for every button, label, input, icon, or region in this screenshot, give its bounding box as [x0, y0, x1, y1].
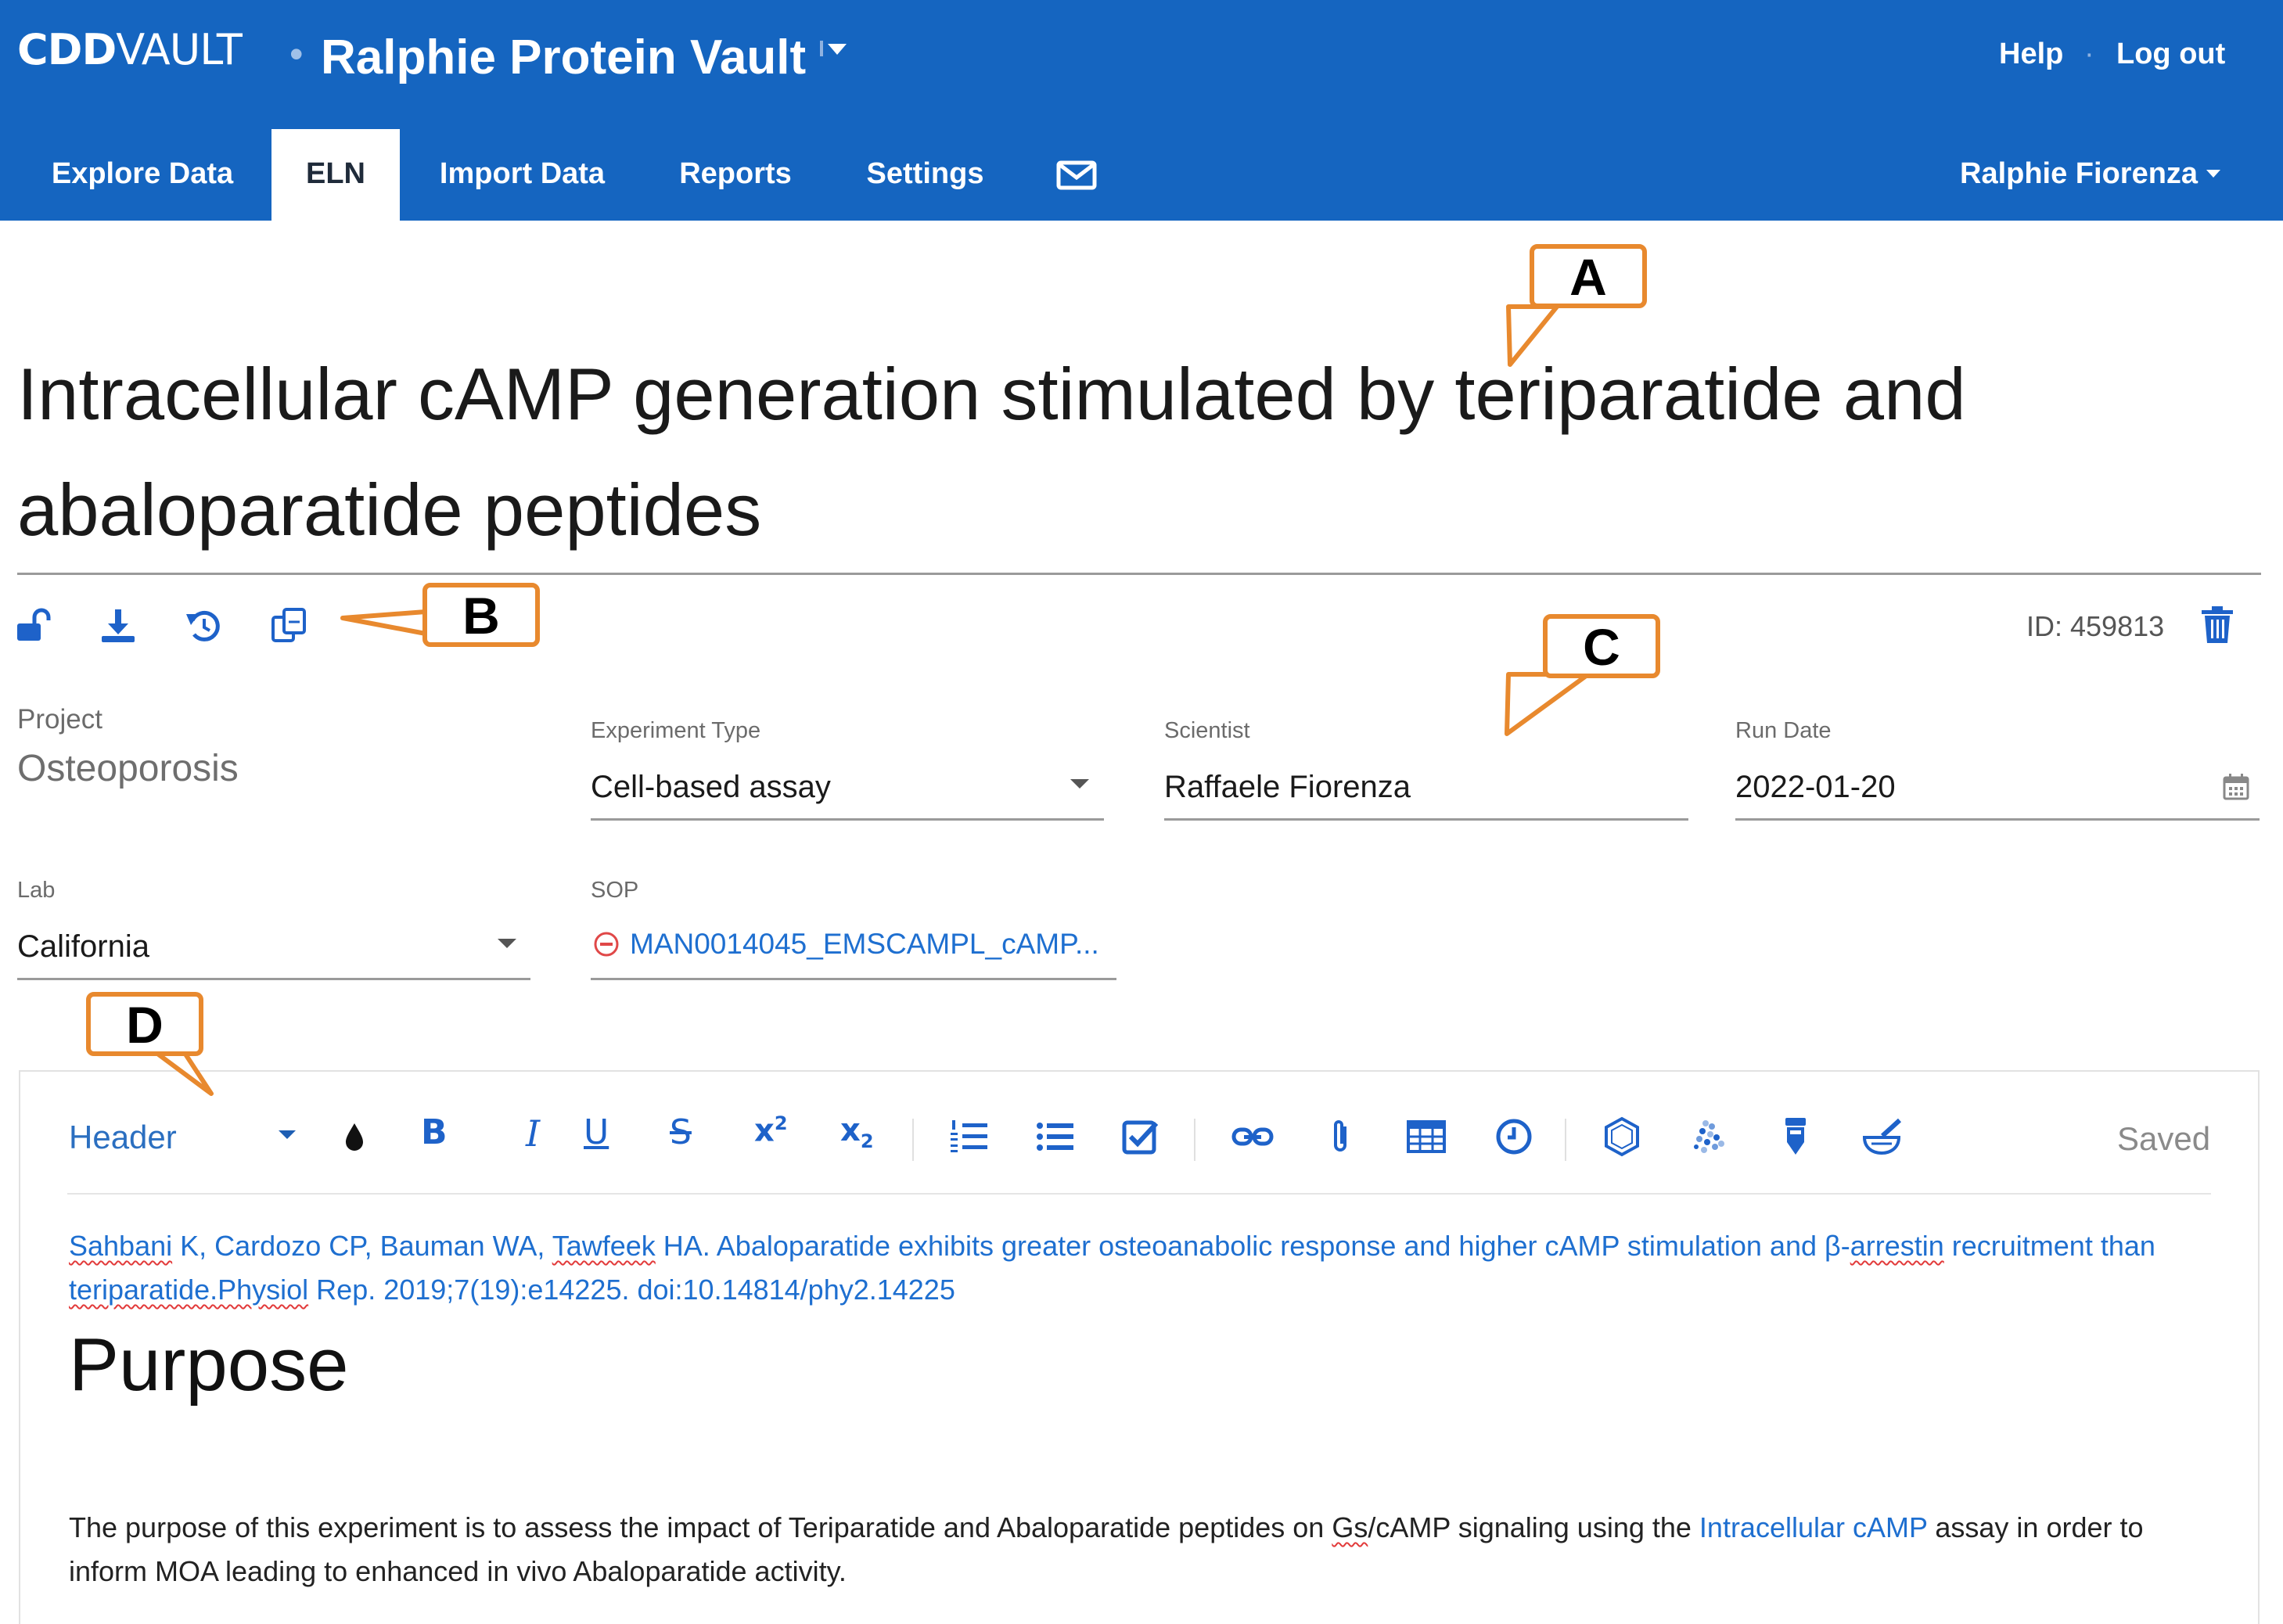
ordered-list-icon[interactable]: [948, 1116, 990, 1158]
toolbar-divider: [912, 1119, 914, 1161]
tab-import-data[interactable]: Import Data: [426, 129, 618, 221]
sop-underline: [591, 978, 1116, 980]
entry-title[interactable]: Intracellular cAMP generation stimulated…: [17, 336, 2255, 568]
lab-label: Lab: [17, 878, 56, 903]
experiment-type-select[interactable]: Cell-based assay: [591, 770, 831, 805]
editor-toolbar: Header B I U S x2 x2 Saved: [20, 1072, 2258, 1193]
project-label: Project: [17, 704, 102, 735]
style-select[interactable]: Header: [69, 1119, 177, 1156]
mail-icon[interactable]: [1056, 160, 1097, 190]
toolbar-divider-line: [67, 1193, 2211, 1195]
eln-editor: Header B I U S x2 x2 Saved Sahbani K, Ca…: [19, 1070, 2260, 1624]
table-icon[interactable]: [1405, 1116, 1447, 1158]
tab-settings[interactable]: Settings: [861, 129, 990, 221]
logo-separator: •: [289, 32, 304, 76]
top-bar: CDDVAULT • Ralphie Protein Vault Help · …: [0, 0, 2283, 221]
scientist-label: Scientist: [1164, 718, 1250, 743]
toolbar-divider: [1565, 1119, 1566, 1161]
vault-name[interactable]: Ralphie Protein Vault: [321, 30, 806, 85]
sequence-icon[interactable]: [1688, 1116, 1731, 1158]
entry-title-line-1: Intracellular cAMP generation stimulated…: [17, 353, 1966, 435]
italic-button[interactable]: I: [526, 1112, 540, 1159]
bold-button[interactable]: B: [421, 1112, 448, 1159]
trash-icon[interactable]: [2200, 605, 2234, 645]
lab-chevron-down-icon[interactable]: [498, 939, 516, 948]
experiment-type-chevron-down-icon[interactable]: [1070, 779, 1089, 789]
callout-label-d: D: [86, 992, 203, 1056]
style-select-chevron-down-icon[interactable]: [279, 1130, 296, 1139]
user-menu-chevron-down-icon[interactable]: [2205, 168, 2222, 179]
run-date-label: Run Date: [1735, 718, 1832, 743]
download-icon[interactable]: [99, 606, 138, 645]
clock-icon[interactable]: [1493, 1116, 1535, 1158]
cdd-vault-logo[interactable]: CDDVAULT: [17, 25, 243, 74]
sop-link[interactable]: MAN0014045_EMSCAMPL_cAMP...: [630, 928, 1099, 961]
strikethrough-button[interactable]: S: [670, 1112, 692, 1159]
section-heading: Purpose: [69, 1323, 349, 1407]
entry-title-line-2: abaloparatide peptides: [17, 469, 762, 551]
experiment-type-underline: [591, 818, 1104, 821]
calendar-icon[interactable]: [2222, 773, 2250, 801]
underline-button[interactable]: U: [584, 1112, 609, 1159]
remove-circle-icon[interactable]: [593, 931, 620, 958]
attachment-icon[interactable]: [1319, 1116, 1361, 1158]
tab-reports[interactable]: Reports: [669, 129, 802, 221]
vault-switcher-chevron-down-icon[interactable]: [820, 38, 851, 61]
run-date-field[interactable]: 2022-01-20: [1735, 770, 1896, 805]
reference-citation[interactable]: Sahbani K, Cardozo CP, Bauman WA, Tawfee…: [69, 1224, 2228, 1312]
link-icon[interactable]: [1231, 1116, 1274, 1158]
project-value: Osteoporosis: [17, 748, 239, 789]
callout-label-c: C: [1543, 614, 1660, 678]
text-color-icon[interactable]: [333, 1116, 376, 1158]
superscript-button[interactable]: x2: [754, 1112, 788, 1159]
purpose-paragraph[interactable]: The purpose of this experiment is to ass…: [69, 1506, 2228, 1593]
sample-tube-icon[interactable]: [1774, 1116, 1817, 1158]
history-icon[interactable]: [185, 606, 224, 645]
assay-link[interactable]: Intracellular cAMP: [1699, 1511, 1927, 1543]
sop-label: SOP: [591, 878, 639, 903]
run-date-underline: [1735, 818, 2260, 821]
subscript-button[interactable]: x2: [840, 1112, 874, 1159]
scientist-underline: [1164, 818, 1688, 821]
tab-eln[interactable]: ELN: [271, 129, 400, 221]
unlock-icon[interactable]: [14, 606, 53, 645]
callout-label-b: B: [422, 583, 540, 647]
checklist-icon[interactable]: [1120, 1116, 1163, 1158]
help-link[interactable]: Help: [1999, 38, 2063, 71]
user-menu[interactable]: Ralphie Fiorenza: [1960, 129, 2198, 221]
lab-underline: [17, 978, 530, 980]
mortar-pestle-icon[interactable]: [1861, 1116, 1903, 1158]
scientist-field[interactable]: Raffaele Fiorenza: [1164, 770, 1411, 805]
entry-id: ID: 459813: [2026, 610, 2165, 642]
save-status: Saved: [2117, 1120, 2211, 1157]
header-separator: ·: [2084, 38, 2094, 70]
lab-select[interactable]: California: [17, 929, 149, 965]
brand-row: CDDVAULT • Ralphie Protein Vault Help · …: [0, 0, 2283, 117]
chemical-structure-icon[interactable]: [1601, 1116, 1643, 1158]
toolbar-divider: [1194, 1119, 1195, 1161]
bullet-list-icon[interactable]: [1034, 1116, 1077, 1158]
logout-link[interactable]: Log out: [2116, 38, 2225, 71]
callout-label-a: A: [1530, 244, 1647, 308]
tab-explore-data[interactable]: Explore Data: [33, 129, 252, 221]
main-nav: Explore Data ELN Import Data Reports Set…: [0, 129, 2283, 221]
experiment-type-label: Experiment Type: [591, 718, 761, 743]
title-divider: [17, 573, 2261, 575]
copy-icon[interactable]: [270, 606, 309, 645]
